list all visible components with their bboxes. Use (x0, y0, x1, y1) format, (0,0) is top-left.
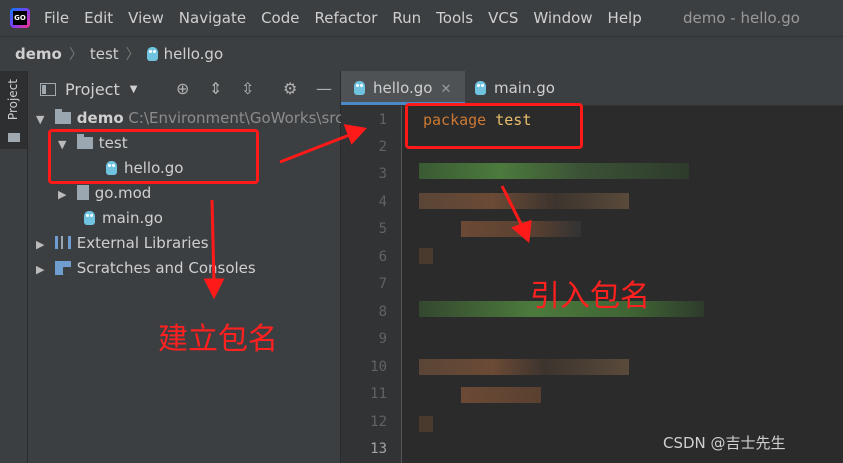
annotation-create-package: 建立包名 (158, 322, 278, 357)
watermark: CSDN @吉士先生 (663, 434, 786, 452)
arrow-head (511, 219, 532, 243)
arrow-to-create-label (210, 199, 216, 283)
arrow-head (343, 124, 367, 145)
arrow-to-package-line (279, 132, 353, 164)
annotation-arrows (203, 124, 532, 300)
annotation-import-package: 引入包名 (530, 279, 650, 314)
arrow-head (203, 278, 225, 300)
arrow-to-import-label (500, 185, 524, 227)
